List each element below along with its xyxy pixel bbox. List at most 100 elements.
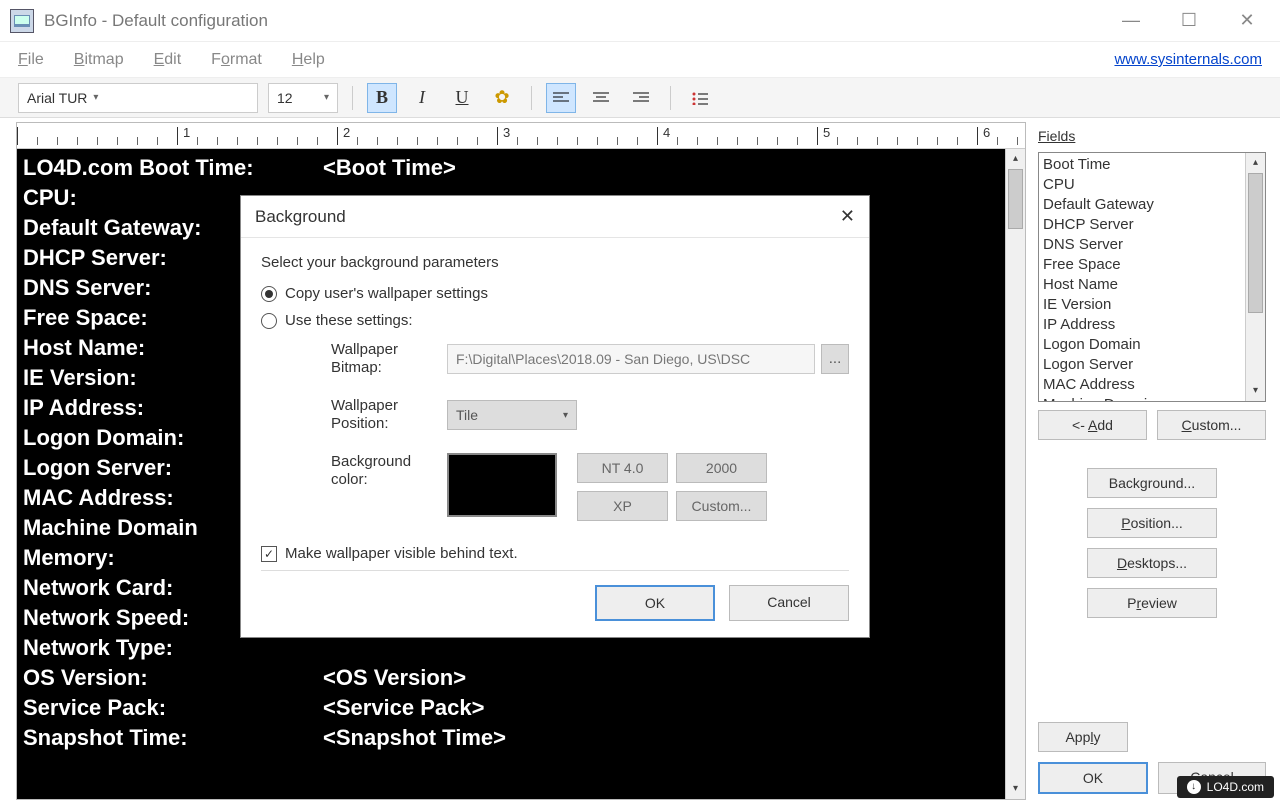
field-list-item[interactable]: IE Version: [1043, 295, 1241, 315]
ruler[interactable]: 123456: [17, 123, 1025, 149]
field-list-item[interactable]: MAC Address: [1043, 375, 1241, 395]
field-list-item[interactable]: IP Address: [1043, 315, 1241, 335]
menu-format[interactable]: Format: [211, 51, 262, 69]
align-center-button[interactable]: [586, 83, 616, 113]
editor-row[interactable]: LO4D.com Boot Time:<Boot Time>: [23, 153, 999, 183]
editor-row[interactable]: Service Pack:<Service Pack>: [23, 693, 999, 723]
separator: [352, 86, 353, 110]
make-visible-checkbox[interactable]: ✓ Make wallpaper visible behind text.: [261, 545, 849, 562]
field-list-item[interactable]: Logon Domain: [1043, 335, 1241, 355]
scroll-up-icon[interactable]: ▴: [1246, 153, 1265, 173]
watermark: ↓ LO4D.com: [1177, 776, 1274, 798]
field-list-item[interactable]: Default Gateway: [1043, 195, 1241, 215]
chevron-down-icon: ▾: [93, 92, 98, 103]
editor-scrollbar[interactable]: ▴ ▾: [1005, 149, 1025, 799]
preset-nt4-button[interactable]: NT 4.0: [577, 453, 668, 483]
dialog-titlebar: Background ✕: [241, 196, 869, 238]
sysinternals-link[interactable]: www.sysinternals.com: [1114, 51, 1262, 68]
dialog-ok-button[interactable]: OK: [595, 585, 715, 621]
dialog-cancel-button[interactable]: Cancel: [729, 585, 849, 621]
dialog-title: Background: [255, 207, 346, 227]
font-size-value: 12: [277, 90, 293, 106]
scroll-up-icon[interactable]: ▴: [1006, 149, 1025, 169]
close-button[interactable]: ✕: [1232, 10, 1262, 31]
ok-button[interactable]: OK: [1038, 762, 1148, 794]
chevron-down-icon: ▾: [563, 410, 568, 421]
color-button[interactable]: ✿: [487, 83, 517, 113]
field-label: Service Pack:: [23, 693, 323, 723]
scroll-down-icon[interactable]: ▾: [1006, 779, 1025, 799]
menubar: File Bitmap Edit Format Help www.sysinte…: [0, 42, 1280, 78]
fields-listbox[interactable]: Boot TimeCPUDefault GatewayDHCP ServerDN…: [1038, 152, 1266, 402]
checkbox-icon: ✓: [261, 546, 277, 562]
font-family-select[interactable]: Arial TUR ▾: [18, 83, 258, 113]
right-panel: Fields Boot TimeCPUDefault GatewayDHCP S…: [1030, 118, 1280, 804]
background-color-swatch[interactable]: [447, 453, 557, 517]
preview-button[interactable]: Preview: [1087, 588, 1217, 618]
editor-row[interactable]: Snapshot Time:<Snapshot Time>: [23, 723, 999, 753]
field-list-item[interactable]: Machine Domain: [1043, 395, 1241, 401]
wallpaper-position-select[interactable]: Tile ▾: [447, 400, 577, 430]
background-dialog: Background ✕ Select your background para…: [240, 195, 870, 638]
apply-button[interactable]: Apply: [1038, 722, 1128, 752]
preset-2000-button[interactable]: 2000: [676, 453, 767, 483]
maximize-button[interactable]: ☐: [1174, 10, 1204, 31]
field-value: <Service Pack>: [323, 693, 484, 723]
font-size-select[interactable]: 12 ▾: [268, 83, 338, 113]
browse-button[interactable]: ...: [821, 344, 849, 374]
desktops-button[interactable]: Desktops...: [1087, 548, 1217, 578]
align-right-button[interactable]: [626, 83, 656, 113]
menu-edit[interactable]: Edit: [154, 51, 182, 69]
chevron-down-icon: ▾: [324, 92, 329, 103]
separator: [261, 570, 849, 571]
custom-field-button[interactable]: Custom...: [1157, 410, 1266, 440]
field-list-item[interactable]: DHCP Server: [1043, 215, 1241, 235]
bold-button[interactable]: B: [367, 83, 397, 113]
field-list-item[interactable]: CPU: [1043, 175, 1241, 195]
field-list-item[interactable]: Host Name: [1043, 275, 1241, 295]
menu-bitmap[interactable]: Bitmap: [74, 51, 124, 69]
field-list-item[interactable]: Free Space: [1043, 255, 1241, 275]
field-label: LO4D.com Boot Time:: [23, 153, 323, 183]
underline-button[interactable]: U: [447, 83, 477, 113]
field-list-item[interactable]: DNS Server: [1043, 235, 1241, 255]
fields-scrollbar[interactable]: ▴ ▾: [1245, 153, 1265, 401]
align-left-button[interactable]: [546, 83, 576, 113]
radio-icon: [261, 313, 277, 329]
preset-custom-button[interactable]: Custom...: [676, 491, 767, 521]
field-value: <Boot Time>: [323, 153, 456, 183]
field-list-item[interactable]: Logon Server: [1043, 355, 1241, 375]
field-list-item[interactable]: Boot Time: [1043, 155, 1241, 175]
radio-copy-wallpaper[interactable]: Copy user's wallpaper settings: [261, 285, 849, 302]
window-title: BGInfo - Default configuration: [44, 11, 268, 31]
dialog-close-button[interactable]: ✕: [840, 206, 855, 227]
scroll-thumb[interactable]: [1008, 169, 1023, 229]
editor-row[interactable]: OS Version:<OS Version>: [23, 663, 999, 693]
dialog-prompt: Select your background parameters: [261, 254, 849, 271]
field-value: <OS Version>: [323, 663, 466, 693]
fields-heading: Fields: [1038, 128, 1266, 144]
separator: [531, 86, 532, 110]
scroll-thumb[interactable]: [1248, 173, 1263, 313]
download-icon: ↓: [1187, 780, 1201, 794]
add-field-button[interactable]: <- Add: [1038, 410, 1147, 440]
bullets-button[interactable]: [685, 83, 715, 113]
radio-icon: [261, 286, 277, 302]
wallpaper-position-label: Wallpaper Position:: [331, 397, 441, 433]
minimize-button[interactable]: —: [1116, 10, 1146, 31]
italic-button[interactable]: I: [407, 83, 437, 113]
radio-use-settings[interactable]: Use these settings:: [261, 312, 849, 329]
titlebar: BGInfo - Default configuration — ☐ ✕: [0, 0, 1280, 42]
field-label: OS Version:: [23, 663, 323, 693]
field-label: Snapshot Time:: [23, 723, 323, 753]
field-value: <Snapshot Time>: [323, 723, 506, 753]
preset-xp-button[interactable]: XP: [577, 491, 668, 521]
background-button[interactable]: Background...: [1087, 468, 1217, 498]
wallpaper-bitmap-input[interactable]: F:\Digital\Places\2018.09 - San Diego, U…: [447, 344, 815, 374]
background-color-label: Background color:: [331, 453, 441, 489]
menu-help[interactable]: Help: [292, 51, 325, 69]
menu-file[interactable]: File: [18, 51, 44, 69]
font-family-value: Arial TUR: [27, 90, 87, 106]
scroll-down-icon[interactable]: ▾: [1246, 381, 1265, 401]
position-button[interactable]: Position...: [1087, 508, 1217, 538]
